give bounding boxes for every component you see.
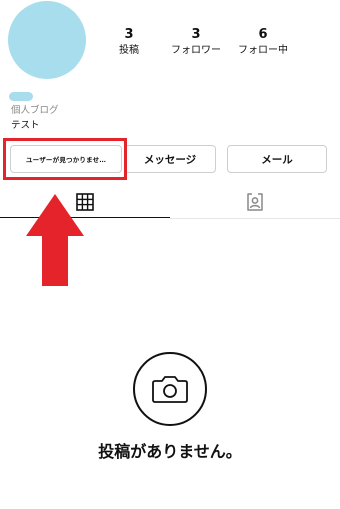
camera-icon xyxy=(152,376,188,403)
stat-following-count: 6 xyxy=(258,27,268,42)
tab-divider xyxy=(170,218,340,219)
stat-posts[interactable]: 3 投稿 xyxy=(99,28,159,57)
username-placeholder xyxy=(9,92,33,101)
mail-button[interactable]: メール xyxy=(227,145,327,173)
empty-state-camera xyxy=(133,352,207,426)
stat-following[interactable]: 6 フォロー中 xyxy=(233,28,293,57)
empty-state-text: 投稿がありません。 xyxy=(98,442,242,461)
annotation-arrow xyxy=(26,194,84,286)
stat-followers-label: フォロワー xyxy=(171,45,221,56)
profile-bio: テスト xyxy=(11,120,40,131)
stat-following-label: フォロー中 xyxy=(238,45,288,56)
profile-category: 個人ブログ xyxy=(11,105,59,116)
stat-followers[interactable]: 3 フォロワー xyxy=(166,28,226,57)
highlight-box xyxy=(3,138,127,180)
stat-posts-label: 投稿 xyxy=(119,45,139,56)
stat-followers-count: 3 xyxy=(191,27,201,42)
tab-tagged[interactable] xyxy=(170,186,340,218)
tagged-person-icon xyxy=(247,193,263,211)
stat-posts-count: 3 xyxy=(124,27,134,42)
message-button[interactable]: メッセージ xyxy=(124,145,216,173)
avatar[interactable] xyxy=(8,1,86,79)
